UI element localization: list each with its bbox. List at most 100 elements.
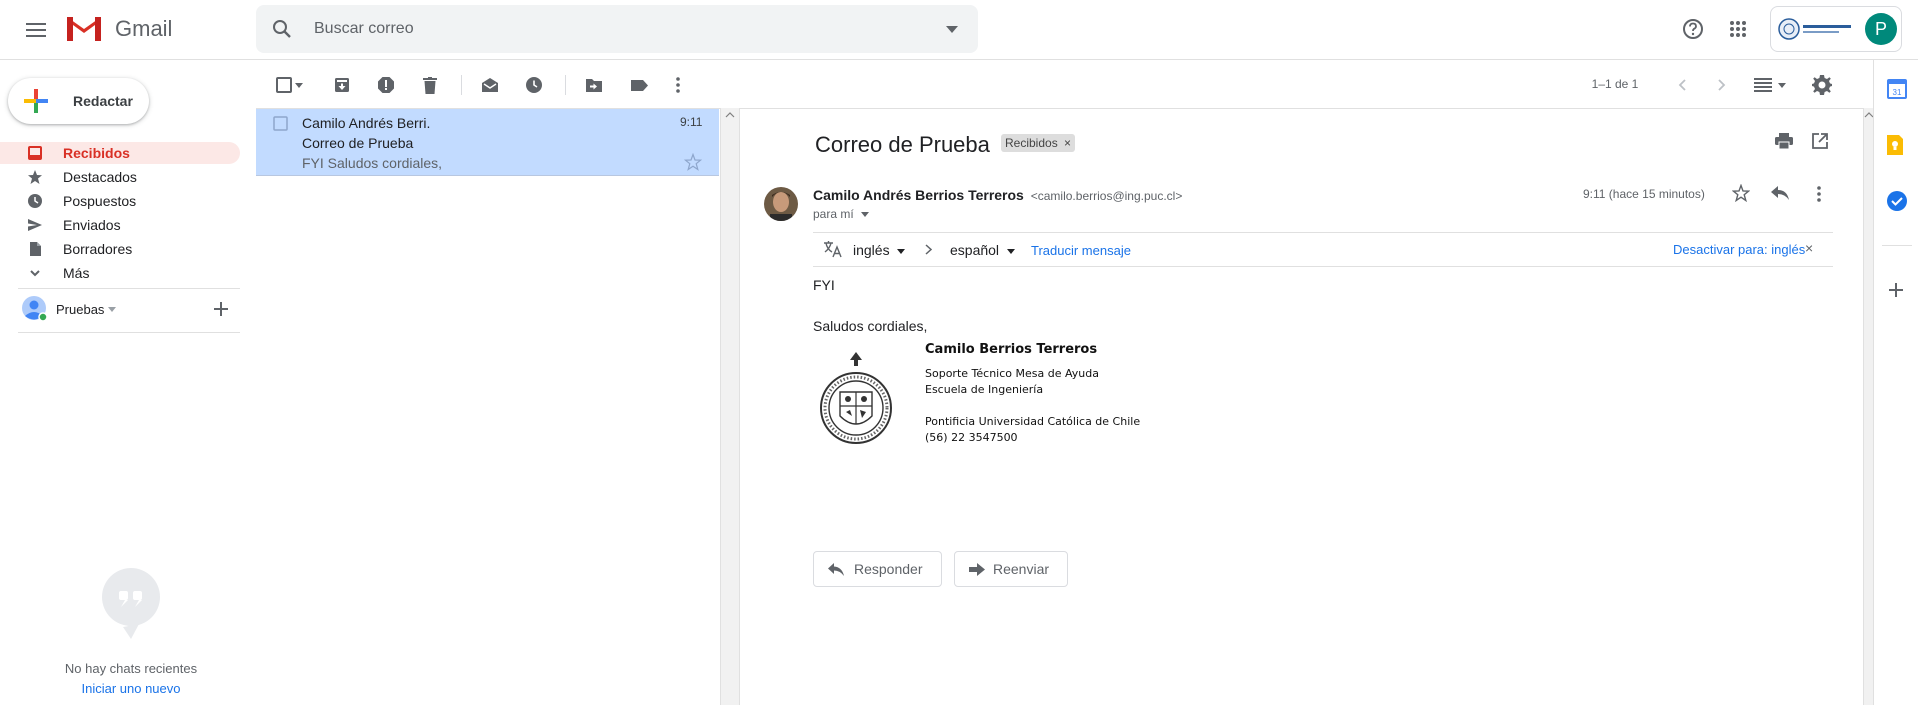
nav-label: Destacados (63, 169, 137, 185)
forward-button[interactable]: Reenviar (954, 551, 1068, 587)
start-chat-link[interactable]: Iniciar uno nuevo (0, 681, 262, 696)
row-sender: Camilo Andrés Berri. (302, 115, 431, 131)
sender-avatar[interactable] (764, 187, 798, 221)
signature-line-3: Pontificia Universidad Católica de Chile (925, 415, 1141, 428)
calendar-icon[interactable]: 31 (1887, 79, 1907, 99)
label-icon[interactable] (627, 73, 651, 97)
search-input[interactable] (314, 5, 894, 53)
recipient-line[interactable]: para mí (813, 207, 870, 221)
translate-message-link[interactable]: Traducir mensaje (1031, 243, 1131, 258)
target-language-select[interactable]: español (950, 242, 1015, 258)
reply-button[interactable]: Responder (813, 551, 942, 587)
reading-scrollbar[interactable] (1863, 108, 1874, 705)
app-name: Gmail (115, 16, 173, 41)
star-message-icon[interactable] (1732, 184, 1752, 204)
nav-item-destacados[interactable]: Destacados (0, 166, 240, 188)
split-pane-toggle-icon[interactable] (1752, 73, 1790, 97)
disable-translation-link[interactable]: Desactivar para: inglés (1673, 242, 1805, 257)
recipient-details-icon[interactable] (861, 212, 870, 218)
toolbar-divider (461, 75, 462, 95)
school-logo-icon (1777, 15, 1857, 43)
newer-chevron-icon[interactable] (1670, 73, 1694, 97)
hangouts-avatar[interactable] (22, 296, 48, 322)
apps-grid-icon[interactable] (1725, 16, 1751, 42)
row-star-icon[interactable] (684, 153, 702, 171)
hangouts-status-dropdown-icon[interactable] (108, 307, 118, 313)
row-checkbox[interactable] (273, 116, 289, 132)
remove-label-icon[interactable]: × (1064, 136, 1071, 150)
archive-icon[interactable] (330, 73, 354, 97)
university-seal-logo (818, 350, 894, 450)
more-options-icon[interactable] (666, 73, 690, 97)
inbox-icon (27, 145, 43, 161)
scroll-up-arrow-icon[interactable] (725, 112, 735, 120)
help-icon[interactable] (1680, 16, 1706, 42)
keep-icon[interactable] (1887, 135, 1907, 155)
clock-icon (27, 193, 43, 209)
translate-bottom-border (813, 266, 1833, 267)
new-chat-plus-icon[interactable] (214, 302, 230, 318)
source-language-select[interactable]: inglés (853, 242, 906, 258)
print-icon[interactable] (1775, 133, 1797, 153)
nav-divider (18, 288, 240, 289)
reply-icon[interactable] (1771, 186, 1791, 204)
sender-email: <camilo.berrios@ing.puc.cl> (1030, 189, 1183, 203)
search-options-icon[interactable] (942, 19, 962, 39)
star-icon (27, 169, 43, 185)
delete-icon[interactable] (418, 73, 442, 97)
pagination-text: 1–1 de 1 (1591, 77, 1639, 91)
snooze-icon[interactable] (522, 73, 546, 97)
message-time: 9:11 (hace 15 minutos) (1583, 187, 1705, 201)
label-chip-text: Recibidos (1005, 136, 1058, 150)
recipient-text: para mí (813, 207, 854, 221)
get-addons-plus-icon[interactable] (1889, 283, 1905, 299)
row-time: 9:11 (680, 115, 703, 129)
side-panel-divider (1882, 245, 1912, 246)
nav-item-borradores[interactable]: Borradores (0, 238, 240, 260)
compose-plus-icon (24, 89, 48, 113)
sender-name[interactable]: Camilo Andrés Berrios Terreros (813, 187, 1024, 203)
close-translate-bar-icon[interactable]: × (1805, 240, 1813, 256)
move-to-icon[interactable] (582, 73, 606, 97)
forward-arrow-icon (969, 563, 985, 576)
compose-label: Redactar (73, 93, 133, 109)
signature-name: Camilo Berrios Terreros (925, 342, 1098, 357)
older-chevron-icon[interactable] (1710, 73, 1734, 97)
account-switcher[interactable]: P (1770, 6, 1902, 52)
gmail-app: Gmail Buscar correo P Redactar Recibidos… (0, 0, 1918, 705)
message-more-options-icon[interactable] (1817, 186, 1827, 204)
report-spam-icon[interactable] (374, 73, 398, 97)
email-list-row[interactable]: Camilo Andrés Berri. 9:11 Correo de Prue… (256, 109, 719, 176)
no-chats-text: No hay chats recientes (64, 661, 198, 676)
forward-label: Reenviar (993, 561, 1050, 577)
account-avatar[interactable]: P (1865, 13, 1897, 45)
tasks-icon[interactable] (1887, 191, 1907, 211)
gmail-logo-icon[interactable] (65, 14, 103, 42)
nav-item-recibidos[interactable]: Recibidos (0, 142, 240, 164)
signature-line-1: Soporte Técnico Mesa de Ayuda (925, 367, 1099, 380)
reply-arrow-icon (828, 563, 844, 576)
nav-item-mas[interactable]: Más (0, 262, 240, 284)
nav-item-enviados[interactable]: Enviados (0, 214, 240, 236)
main-menu-icon[interactable] (22, 16, 50, 44)
search-icon[interactable] (270, 17, 294, 41)
nav-label: Enviados (63, 217, 121, 233)
nav-label: Recibidos (63, 145, 130, 161)
select-options-icon[interactable] (292, 73, 306, 97)
body-line-1: FYI (813, 277, 835, 293)
chevron-down-icon (27, 265, 43, 281)
top-header: Gmail Buscar correo P (0, 0, 1918, 60)
label-chip: Recibidos × (1001, 134, 1076, 152)
sender-line: Camilo Andrés Berrios Terreros <camilo.b… (813, 187, 1182, 203)
side-panel: 31 (1873, 60, 1918, 705)
nav-item-pospuestos[interactable]: Pospuestos (0, 190, 240, 212)
hangouts-user-name[interactable]: Pruebas (56, 302, 104, 317)
nav-label: Pospuestos (63, 193, 137, 209)
settings-gear-icon[interactable] (1810, 73, 1834, 97)
row-snippet: FYI Saludos cordiales, (302, 155, 443, 171)
mark-as-read-icon[interactable] (478, 73, 502, 97)
compose-button[interactable]: Redactar (8, 78, 149, 124)
open-new-window-icon[interactable] (1812, 133, 1832, 153)
body-line-2: Saludos cordiales, (813, 318, 928, 334)
list-scrollbar[interactable] (720, 108, 740, 705)
